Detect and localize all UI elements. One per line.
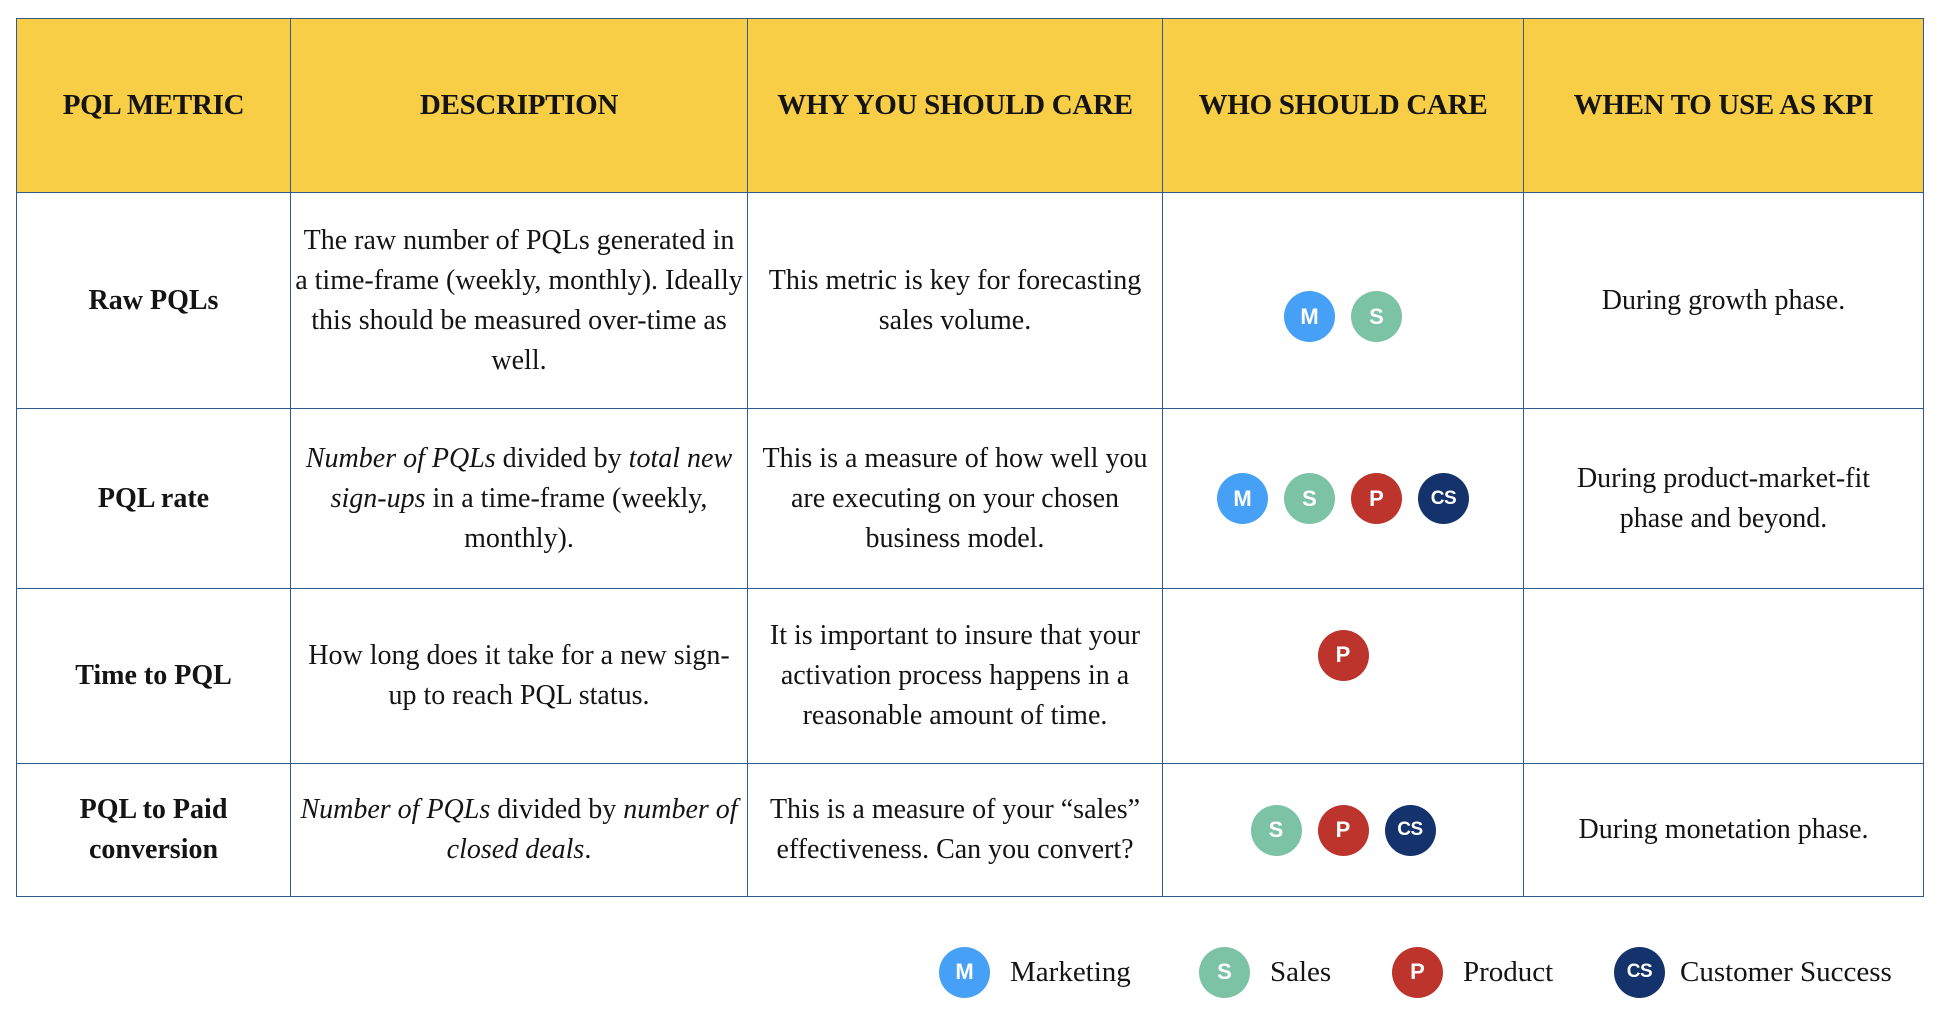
role-badges: S P CS <box>1167 804 1519 856</box>
metric-name: PQL rate <box>16 408 291 589</box>
table-row: Raw PQLs The raw number of PQLs generated… <box>16 192 1924 409</box>
table-row: PQL rate Number of PQLs divided by total … <box>16 408 1924 589</box>
role-badges: M S P CS <box>1167 473 1519 524</box>
why-you-should-care: This is a measure of your “sales” effect… <box>747 763 1163 897</box>
metric-name: PQL to Paid conversion <box>16 763 291 897</box>
header-row: PQL METRIC DESCRIPTION WHY YOU SHOULD CA… <box>16 18 1924 193</box>
description-segment: . <box>584 834 592 865</box>
role-badges: P <box>1167 629 1519 681</box>
who-should-care: S P CS <box>1162 763 1524 897</box>
metric-description: The raw number of PQLs generated in a ti… <box>290 192 748 409</box>
legend-item-customer-success: CS Customer Success <box>1614 946 1892 998</box>
product-badge-icon: P <box>1317 804 1369 856</box>
sales-badge-icon: S <box>1351 291 1402 342</box>
marketing-badge-icon: M <box>1217 473 1268 524</box>
role-badges: MS <box>1167 291 1519 342</box>
legend-item-marketing: M Marketing <box>939 946 1131 998</box>
metric-description: Number of PQLs divided by total new sign… <box>290 408 748 589</box>
when-to-use-as-kpi: During growth phase. <box>1523 192 1924 409</box>
legend-label: Customer Success <box>1680 955 1892 988</box>
description-segment: divided by <box>490 794 624 825</box>
description-segment: Number of PQLs <box>300 794 491 825</box>
sales-badge-icon: S <box>1199 946 1250 998</box>
who-should-care: P <box>1162 588 1524 764</box>
description-segment: The raw number of PQLs generated in a ti… <box>295 224 743 376</box>
who-should-care: M S P CS <box>1162 408 1524 589</box>
customer-success-badge-icon: CS <box>1384 804 1436 856</box>
customer-success-badge-icon: CS <box>1614 946 1665 998</box>
legend-label: Sales <box>1270 955 1332 988</box>
description-segment: How long does it take for a new sign-up … <box>308 640 730 711</box>
description-segment: in a time-frame (weekly, monthly). <box>425 482 708 554</box>
header-why-you-should-care: WHY YOU SHOULD CARE <box>747 18 1163 193</box>
description-segment: Number of PQLs <box>305 442 496 474</box>
when-to-use-as-kpi: During monetation phase. <box>1523 763 1924 897</box>
legend-label: Product <box>1463 955 1554 988</box>
metric-name: Raw PQLs <box>16 192 291 409</box>
sales-badge-icon: S <box>1284 473 1335 524</box>
metric-description: Number of PQLs divided by number of clos… <box>290 763 748 897</box>
customer-success-badge-icon: CS <box>1418 473 1469 524</box>
header-pql-metric: PQL METRIC <box>16 18 291 193</box>
table-row: PQL to Paid conversion Number of PQLs divi… <box>16 763 1924 897</box>
header-who-should-care: WHO SHOULD CARE <box>1162 18 1524 193</box>
product-badge-icon: P <box>1317 629 1369 681</box>
description-segment: divided by <box>495 442 629 474</box>
legend-item-product: P Product <box>1392 946 1553 998</box>
marketing-badge-icon: M <box>939 946 990 998</box>
when-to-use-as-kpi <box>1523 588 1924 764</box>
table-row: Time to PQL How long does it take for a n… <box>16 588 1924 764</box>
metric-name: Time to PQL <box>16 588 291 764</box>
legend-label: Marketing <box>1010 955 1131 988</box>
header-description: DESCRIPTION <box>290 18 748 193</box>
product-badge-icon: P <box>1392 946 1443 998</box>
why-you-should-care: It is important to insure that your acti… <box>747 588 1163 764</box>
when-to-use-as-kpi: During product-market-fit phase and beyo… <box>1523 408 1924 589</box>
header-when-to-use-as-kpi: WHEN TO USE AS KPI <box>1523 18 1924 193</box>
pql-metrics-table: PQL METRIC DESCRIPTION WHY YOU SHOULD CA… <box>16 18 1924 897</box>
sales-badge-icon: S <box>1250 804 1302 856</box>
marketing-badge-icon: M <box>1284 291 1335 342</box>
why-you-should-care: This is a measure of how well you are ex… <box>747 408 1163 589</box>
role-legend: M Marketing S Sales P Product CS Customer Succe… <box>0 946 1954 1002</box>
product-badge-icon: P <box>1351 473 1402 524</box>
why-you-should-care: This metric is key for forecasting sales… <box>747 192 1163 409</box>
metric-description: How long does it take for a new sign-up … <box>290 588 748 764</box>
legend-item-sales: S Sales <box>1199 946 1331 998</box>
who-should-care: MS <box>1162 192 1524 409</box>
